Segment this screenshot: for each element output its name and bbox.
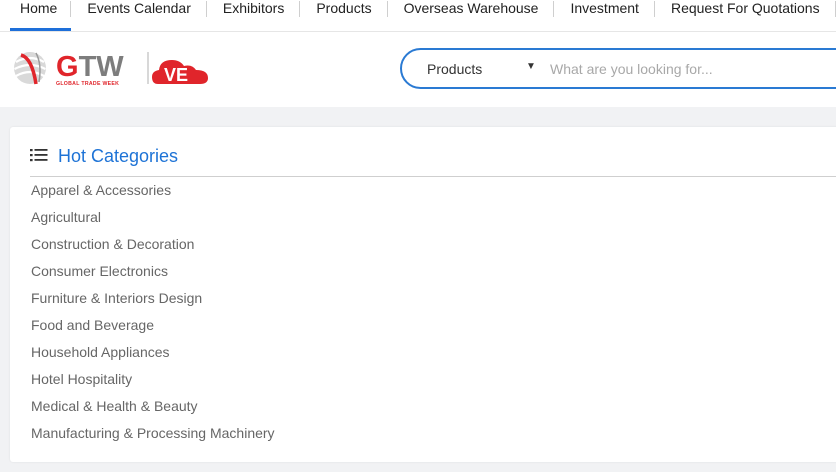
top-navigation: Home Events Calendar Exhibitors Products… [0, 0, 836, 32]
nav-home[interactable]: Home [0, 0, 72, 31]
nav-label: Overseas Warehouse [403, 0, 539, 16]
category-item[interactable]: Construction & Decoration [31, 234, 275, 261]
ve-cloud-icon: VE [152, 60, 208, 85]
category-item[interactable]: Furniture & Interiors Design [31, 288, 275, 315]
nav-label: Products [316, 0, 372, 16]
logo-subtext: GLOBAL TRADE WEEK [56, 81, 119, 87]
category-item[interactable]: Household Appliances [31, 342, 275, 369]
nav-exhibitors[interactable]: Exhibitors [207, 0, 301, 31]
nav-separator [834, 1, 836, 17]
nav-overseas-warehouse[interactable]: Overseas Warehouse [388, 0, 555, 31]
logo-text: GTW [56, 51, 124, 83]
hot-categories-card: Hot Categories Apparel & Accessories Agr… [10, 127, 836, 462]
category-item[interactable]: Manufacturing & Processing Machinery [31, 423, 275, 450]
category-item[interactable]: Consumer Electronics [31, 261, 275, 288]
category-item[interactable]: Food and Beverage [31, 315, 275, 342]
card-header: Hot Categories [30, 145, 836, 177]
search-input[interactable] [550, 56, 830, 81]
nav-label: Events Calendar [87, 0, 191, 16]
category-list: Apparel & Accessories Agricultural Const… [31, 180, 275, 450]
list-icon [30, 149, 48, 162]
category-item[interactable]: Agricultural [31, 207, 275, 234]
nav-label: Exhibitors [222, 0, 285, 16]
nav-label: Home [20, 0, 58, 16]
search-category-label: Products [427, 60, 483, 77]
nav-investment[interactable]: Investment [554, 0, 655, 31]
category-item[interactable]: Medical & Health & Beauty [31, 396, 275, 423]
hot-categories-title: Hot Categories [58, 146, 179, 166]
category-item[interactable]: Apparel & Accessories [31, 180, 275, 207]
gtw-logo[interactable]: GTW GLOBAL TRADE WEEK VE [12, 48, 212, 88]
search-category-select[interactable]: Products ▼ [402, 50, 542, 87]
nav-products[interactable]: Products [300, 0, 388, 31]
nav-label: Investment [570, 0, 639, 16]
caret-down-icon: ▼ [526, 61, 536, 72]
nav-label: Request For Quotations [670, 0, 820, 16]
search-bar: Products ▼ [400, 48, 836, 89]
site-header: GTW GLOBAL TRADE WEEK VE Products ▼ [0, 32, 836, 107]
globe-icon [13, 52, 47, 85]
category-item[interactable]: Hotel Hospitality [31, 369, 275, 396]
nav-request-for-quotations[interactable]: Request For Quotations [655, 0, 836, 31]
logo-graphic: GTW GLOBAL TRADE WEEK VE [13, 51, 208, 87]
nav-events-calendar[interactable]: Events Calendar [71, 0, 207, 31]
svg-text:VE: VE [164, 65, 188, 85]
